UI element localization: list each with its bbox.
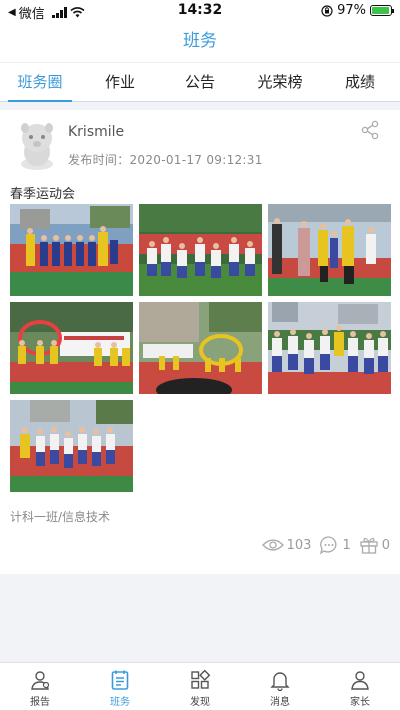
post-stats: 103 1 0 [261,535,390,555]
gift-icon[interactable] [359,535,379,555]
orientation-lock-icon [321,4,333,17]
views-stat: 103 [261,537,312,553]
post-username[interactable]: Krismile [68,124,124,140]
comment-icon[interactable] [319,535,339,555]
post-class-info: 计科一班/信息技术 [10,510,111,524]
bottom-nav-label: 发现 [190,697,210,708]
photo-3[interactable] [268,204,391,296]
eye-icon [261,539,284,551]
photo-7[interactable] [10,400,133,492]
bottom-nav-discover[interactable]: 发现 [160,663,240,710]
tab-grades[interactable]: 成绩 [320,63,400,101]
photo-6[interactable] [268,302,391,394]
nav-bar: 班务 [0,22,400,62]
tab-class-circle[interactable]: 班务圈 [0,63,80,102]
share-icon[interactable] [360,120,380,140]
person-icon [31,671,50,690]
battery-fill [372,7,390,14]
status-bar: ◀ 微信 14:32 97% [0,0,400,22]
bottom-nav-class-affairs[interactable]: 班务 [80,663,160,710]
battery-icon [370,5,394,16]
bottom-nav-label: 消息 [270,697,290,708]
bottom-nav-label: 报告 [30,697,50,708]
page-title: 班务 [183,31,217,51]
bottom-nav-report[interactable]: 报告 [0,663,80,710]
user-icon [351,671,369,690]
avatar[interactable] [15,120,59,170]
status-right: 97% [321,3,394,18]
views-count: 103 [286,537,312,553]
battery-percent: 97% [337,3,366,18]
comments-stat[interactable]: 1 [319,535,351,555]
post-card: Krismile 发布时间：2020-01-17 09:12:31 春季运动会 [0,110,400,574]
post-time: 发布时间：2020-01-17 09:12:31 [68,153,263,167]
tab-homework[interactable]: 作业 [80,63,160,101]
photo-2[interactable] [139,204,262,296]
grid-icon [191,669,211,689]
comments-count: 1 [342,537,351,553]
photo-1[interactable] [10,204,133,296]
photo-5[interactable] [139,302,262,394]
bell-icon [270,672,290,691]
tab-bar: 班务圈 作业 公告 光荣榜 成绩 [0,62,400,102]
post-title: 春季运动会 [10,187,76,202]
bottom-nav: 报告 班务 发现 消息 家长 [0,662,400,710]
bottom-nav-label: 家长 [350,697,370,708]
bottom-nav-messages[interactable]: 消息 [240,663,320,710]
bottom-nav-label: 班务 [110,697,130,708]
bottom-nav-parents[interactable]: 家长 [320,663,400,710]
photo-4[interactable] [10,302,133,394]
clipboard-icon [111,670,129,690]
tab-honor-roll[interactable]: 光荣榜 [240,63,320,101]
tab-announcement[interactable]: 公告 [160,63,240,101]
gifts-count: 0 [381,537,390,553]
gifts-stat[interactable]: 0 [359,535,390,555]
